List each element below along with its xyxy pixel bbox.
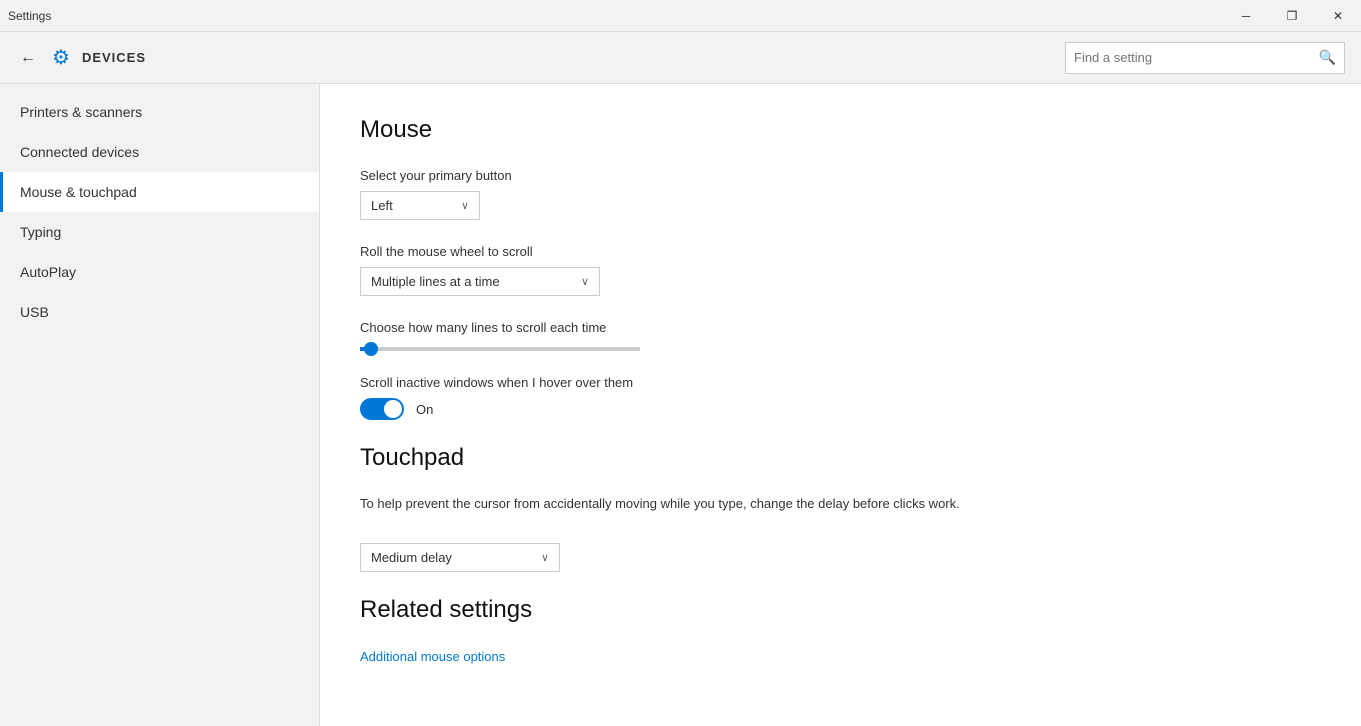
toggle-knob (384, 400, 402, 418)
touchpad-section-title: Touchpad (360, 444, 1321, 472)
titlebar-controls: ─ ❐ ✕ (1223, 0, 1361, 32)
sidebar-item-typing[interactable]: Typing (0, 212, 319, 252)
delay-chevron: ∨ (541, 551, 549, 564)
back-icon: ← (20, 49, 36, 66)
scroll-label: Roll the mouse wheel to scroll (360, 244, 1321, 259)
gear-icon: ⚙ (52, 45, 70, 70)
titlebar-title: Settings (8, 9, 51, 23)
restore-button[interactable]: ❐ (1269, 0, 1315, 32)
primary-button-label: Select your primary button (360, 168, 1321, 183)
slider-track (360, 347, 640, 351)
layout: Printers & scanners Connected devices Mo… (0, 84, 1361, 726)
sidebar: Printers & scanners Connected devices Mo… (0, 84, 320, 726)
sidebar-item-connected[interactable]: Connected devices (0, 132, 319, 172)
sidebar-item-autoplay[interactable]: AutoPlay (0, 252, 319, 292)
delay-dropdown[interactable]: Medium delay ∨ (360, 543, 560, 572)
inactive-scroll-label: Scroll inactive windows when I hover ove… (360, 375, 1321, 390)
app-header: ← ⚙ DEVICES 🔍 (0, 32, 1361, 84)
related-settings-title: Related settings (360, 596, 1321, 624)
search-box[interactable]: 🔍 (1065, 42, 1345, 74)
scroll-value: Multiple lines at a time (371, 274, 500, 289)
sidebar-item-usb[interactable]: USB (0, 292, 319, 332)
search-icon: 🔍 (1319, 49, 1336, 66)
scroll-lines-slider-container (360, 347, 1321, 351)
app-header-left: ← ⚙ DEVICES (16, 45, 146, 71)
sidebar-item-mouse[interactable]: Mouse & touchpad (0, 172, 319, 212)
additional-mouse-options-link[interactable]: Additional mouse options (360, 649, 505, 664)
scroll-chevron: ∨ (581, 275, 589, 288)
toggle-state-label: On (416, 402, 433, 417)
titlebar: Settings ─ ❐ ✕ (0, 0, 1361, 32)
main-content: Mouse Select your primary button Left ∨ … (320, 84, 1361, 726)
primary-button-value: Left (371, 198, 393, 213)
close-button[interactable]: ✕ (1315, 0, 1361, 32)
primary-button-dropdown[interactable]: Left ∨ (360, 191, 480, 220)
touchpad-description: To help prevent the cursor from accident… (360, 496, 1321, 511)
search-input[interactable] (1074, 50, 1319, 65)
delay-value: Medium delay (371, 550, 452, 565)
mouse-section-title: Mouse (360, 116, 1321, 144)
sidebar-item-printers[interactable]: Printers & scanners (0, 92, 319, 132)
primary-button-chevron: ∨ (461, 199, 469, 212)
scroll-dropdown[interactable]: Multiple lines at a time ∨ (360, 267, 600, 296)
app-title: DEVICES (82, 50, 146, 65)
minimize-button[interactable]: ─ (1223, 0, 1269, 32)
scroll-lines-label: Choose how many lines to scroll each tim… (360, 320, 1321, 335)
back-button[interactable]: ← (16, 45, 40, 71)
inactive-scroll-toggle[interactable] (360, 398, 404, 420)
inactive-scroll-toggle-row: On (360, 398, 1321, 420)
slider-thumb[interactable] (364, 342, 378, 356)
titlebar-left: Settings (8, 9, 51, 23)
